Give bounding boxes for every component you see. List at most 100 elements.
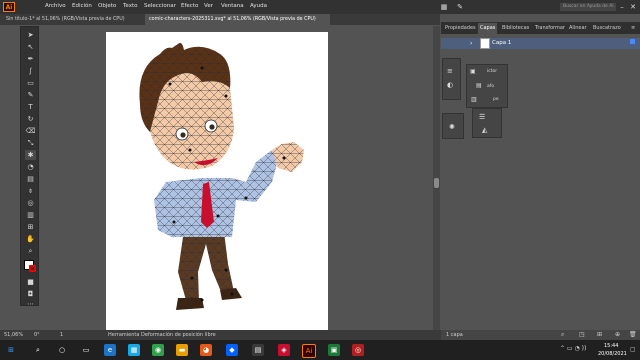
tab-buscatrazo[interactable]: Buscatrazo [591, 23, 623, 34]
rotation-value[interactable]: 0° [34, 330, 40, 340]
windows-start-icon[interactable]: ⊞ [5, 344, 17, 356]
tab-bibliotecas[interactable]: Bibliotecas [500, 23, 531, 34]
scrollbar-thumb[interactable] [434, 178, 439, 188]
tab-alinear[interactable]: Alinear [567, 23, 589, 34]
search-input[interactable]: Buscar en Ayuda de Ai [560, 3, 616, 11]
panel-icon-3[interactable]: ▥ [471, 96, 477, 103]
eraser-icon[interactable]: ⌫ [25, 126, 36, 136]
panel-tab-bar: Propiedades Capas Bibliotecas Transforma… [441, 22, 640, 34]
direct-selection-icon[interactable]: ↖ [25, 42, 36, 52]
locate-object-icon[interactable]: ⌕ [561, 330, 564, 340]
explorer-icon[interactable]: ▬ [176, 344, 188, 356]
new-layer-icon[interactable]: ⊕ [615, 330, 620, 340]
menu-ver[interactable]: Ver [204, 3, 213, 9]
graphic-styles-panel-collapsed: ☰ ◭ [472, 108, 502, 138]
illustrator-taskbar-icon[interactable]: Ai [302, 344, 316, 358]
tab-propiedades[interactable]: Propiedades [443, 23, 478, 34]
arrange-icon[interactable]: ▦ [439, 2, 449, 12]
collapsed-panel-dock: ≡ ◐ [442, 58, 461, 100]
color-icon[interactable]: ◐ [447, 81, 453, 89]
clock-time[interactable]: 15:44 [604, 343, 618, 349]
rectangle-icon[interactable]: ▭ [25, 78, 36, 88]
rotate-icon[interactable]: ↻ [25, 114, 36, 124]
system-tray-icons[interactable]: ⌃ ▭ ◔ )) [560, 345, 586, 352]
panel-icon-1[interactable]: ▣ [470, 68, 476, 75]
eyedropper-icon[interactable]: ⌽ [25, 186, 36, 196]
panel-menu-icon[interactable]: ≡ [629, 23, 637, 34]
styles-icon[interactable]: ☰ [479, 113, 485, 121]
windows-taskbar: ⊞ ⌕ ○ ▭ e ▦ ◉ ▬ ◕ ◆ ▤ ◈ Ai ▣ ◎ ⌃ ▭ ◔ )) … [0, 340, 640, 360]
close-icon[interactable]: ✕ [628, 2, 638, 12]
menu-ayuda[interactable]: Ayuda [250, 3, 267, 9]
app-icon-4[interactable]: ◎ [352, 344, 364, 356]
curvature-icon[interactable]: ∫ [25, 66, 36, 76]
app-icon-3[interactable]: ▣ [328, 344, 340, 356]
menu-seleccionar[interactable]: Seleccionar [144, 3, 176, 9]
zoom-icon[interactable]: ⌕ [25, 246, 36, 256]
task-view-icon[interactable]: ▭ [80, 344, 92, 356]
puppet-warp-icon[interactable]: ✱ [25, 150, 36, 160]
blend-icon[interactable]: ◎ [25, 198, 36, 208]
new-sublayer-icon[interactable]: ⊞ [597, 330, 602, 340]
store-icon[interactable]: ▦ [128, 344, 140, 356]
shape-builder-icon[interactable]: ◔ [25, 162, 36, 172]
color-mode-icon[interactable]: ■ [25, 277, 36, 287]
menu-bar: Ai Archivo Edición Objeto Texto Seleccio… [0, 0, 640, 14]
menu-edicion[interactable]: Edición [72, 3, 92, 9]
panel-icon-2[interactable]: ▤ [476, 82, 482, 89]
menu-archivo[interactable]: Archivo [45, 3, 66, 9]
tab-transformar[interactable]: Transformar [533, 23, 567, 34]
selection-icon[interactable]: ➤ [25, 30, 36, 40]
layers-footer: 1 capa ⌕ ◳ ⊞ ⊕ 🗑 [441, 330, 640, 340]
artboard-number[interactable]: 1 [60, 330, 63, 340]
layer-count: 1 capa [446, 332, 463, 338]
edge-icon[interactable]: e [104, 344, 116, 356]
brush-icon[interactable]: ✎ [25, 90, 36, 100]
tab-sin-titulo[interactable]: Sin título-1* al 51,06% (RGB/Vista previ… [2, 14, 145, 25]
type-icon[interactable]: T [25, 102, 36, 112]
scale-icon[interactable]: ⤡ [25, 138, 36, 148]
menu-lines-icon[interactable]: ≡ [447, 67, 453, 75]
pen-icon[interactable]: ✎ [455, 2, 465, 12]
stroke-swatch[interactable] [29, 265, 36, 272]
current-tool-name: Herramienta Deformación de posición libr… [108, 332, 216, 338]
menu-efecto[interactable]: Efecto [181, 3, 198, 9]
draw-mode-icon[interactable]: ◘ [25, 289, 36, 299]
sun-icon[interactable]: ✺ [449, 123, 455, 131]
menu-objeto[interactable]: Objeto [98, 3, 116, 9]
gradient-icon[interactable]: ▤ [25, 174, 36, 184]
status-bar: 51,06% 0° 1 Herramienta Deformación de p… [0, 330, 441, 340]
hand-icon[interactable]: ✋ [25, 234, 36, 244]
panel-label-1: ictor [487, 69, 498, 74]
illustrator-logo: Ai [3, 2, 15, 12]
delete-layer-icon[interactable]: 🗑 [629, 330, 637, 340]
comic-character-illustration[interactable] [106, 32, 328, 331]
minimize-icon[interactable]: – [617, 2, 627, 12]
layer-name[interactable]: Capa 1 [492, 40, 511, 46]
chart-icon[interactable]: ▥ [25, 210, 36, 220]
dropbox-icon[interactable]: ◆ [226, 344, 238, 356]
notifications-icon[interactable]: ▢ [630, 346, 636, 353]
transparency-icon[interactable]: ◭ [482, 126, 487, 134]
more-tools-icon[interactable]: ⋯ [25, 299, 36, 309]
menu-texto[interactable]: Texto [123, 3, 138, 9]
app-icon-1[interactable]: ▤ [252, 344, 264, 356]
make-clip-mask-icon[interactable]: ◳ [579, 330, 585, 340]
tab-comic-characters[interactable]: comic-characters-2025311.svg* al 51,06% … [145, 14, 330, 25]
tab-capas[interactable]: Capas [478, 23, 498, 34]
expand-layer-icon[interactable]: › [470, 40, 472, 47]
panel-label-3: pe [493, 97, 499, 102]
stacked-panels: ▣ ictor ▤ afo ▥ pe [466, 64, 508, 108]
app-icon-2[interactable]: ◈ [278, 344, 290, 356]
zoom-level[interactable]: 51,06% [4, 330, 23, 340]
clock-date[interactable]: 20/08/2021 [598, 351, 627, 357]
menu-ventana[interactable]: Ventana [221, 3, 244, 9]
artboard[interactable] [106, 32, 328, 331]
pen-tool-icon[interactable]: ✒ [25, 54, 36, 64]
chrome-icon[interactable]: ◉ [152, 344, 164, 356]
artboard-icon[interactable]: ⊞ [25, 222, 36, 232]
search-icon[interactable]: ⌕ [32, 344, 44, 356]
firefox-icon[interactable]: ◕ [200, 344, 212, 356]
panel-label-2: afo [487, 84, 495, 89]
cortana-icon[interactable]: ○ [56, 344, 68, 356]
